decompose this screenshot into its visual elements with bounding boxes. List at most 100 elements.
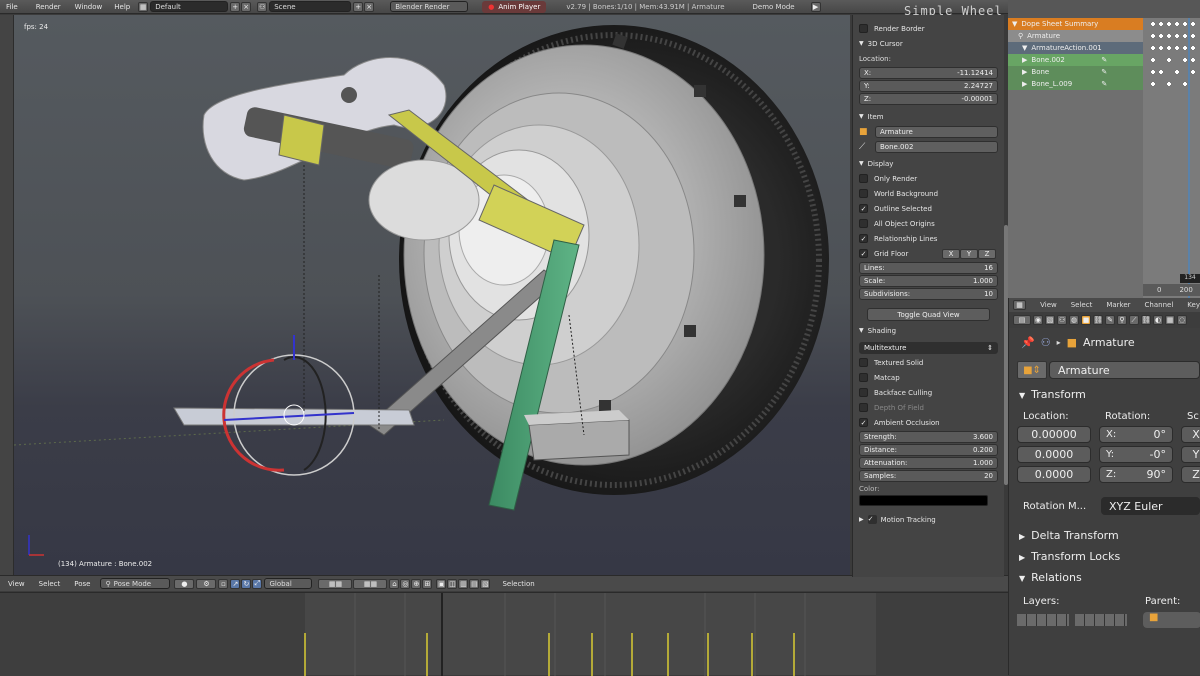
loc-z-field[interactable]: 0.0000 [1017, 466, 1091, 483]
timeline-area[interactable] [0, 592, 1008, 676]
distance-field[interactable]: Distance: 0.200 [859, 444, 998, 456]
dope-bone-row-0[interactable]: ▶ Bone.002 ✎ [1008, 54, 1143, 66]
object-name-field[interactable]: Armature [1049, 361, 1200, 379]
bone-tab-icon[interactable]: ⟋ [1129, 315, 1139, 325]
modifiers-tab-icon[interactable]: ✎ [1105, 315, 1115, 325]
pin-icon[interactable]: 📌 [1021, 336, 1035, 349]
play-icon[interactable]: ▶ [810, 1, 821, 12]
motion-tracking-checkbox[interactable]: ✓ [867, 515, 877, 524]
item-bone-field[interactable]: Bone.002 [875, 141, 998, 153]
pivot-icon[interactable]: ⚙ [196, 578, 217, 589]
backface-row[interactable]: Backface Culling [853, 385, 1004, 400]
grid-axis-z-button[interactable]: Z [978, 248, 996, 259]
parent-field[interactable]: ■ [1143, 612, 1200, 628]
layout-field[interactable]: Default [150, 1, 229, 12]
bone-constraint-tab-icon[interactable]: ⛓ [1141, 315, 1151, 325]
ambient-occlusion-checkbox[interactable]: ✓ [859, 418, 868, 427]
cursor-z-field[interactable]: Z: -0.00001 [859, 93, 998, 105]
grid-axis-y-button[interactable]: Y [960, 248, 978, 259]
orientation-select[interactable]: Global [264, 578, 313, 589]
menu-window[interactable]: Window [75, 3, 103, 11]
attenuation-field[interactable]: Attenuation: 1.000 [859, 457, 998, 469]
shading-mode-select[interactable]: Multitexture ⇕ [859, 342, 998, 354]
rot-z-field[interactable]: Z: 90° [1099, 466, 1173, 483]
strength-field[interactable]: Strength: 3.600 [859, 431, 998, 443]
snap-icon[interactable]: ⊕ [411, 578, 422, 589]
motion-tracking-header[interactable]: ▶ ✓ Motion Tracking [853, 512, 1004, 527]
loc-x-field[interactable]: 0.00000 [1017, 426, 1091, 443]
layers-grid-2-icon[interactable]: ▦▦ [353, 578, 388, 589]
relationship-lines-row[interactable]: ✓ Relationship Lines [853, 231, 1004, 246]
lock-icon[interactable]: ⌂ [389, 578, 400, 589]
relationship-lines-checkbox[interactable]: ✓ [859, 234, 868, 243]
relations-header[interactable]: ▼ Relations [1019, 571, 1200, 584]
physics-tab-icon[interactable]: ◌ [1177, 315, 1187, 325]
menu-view[interactable]: View [8, 580, 25, 588]
subdivisions-field[interactable]: Subdivisions: 10 [859, 288, 998, 300]
rotation-mode-select[interactable]: XYZ Euler [1101, 497, 1200, 515]
layers-grid-b[interactable] [1075, 614, 1127, 626]
transform-locks-header[interactable]: ▶ Transform Locks [1019, 550, 1200, 563]
keying-icon[interactable]: ▥ [458, 578, 469, 589]
viewport-shading-icon[interactable]: ● [174, 578, 195, 589]
toggle-quad-view-button[interactable]: Toggle Quad View [867, 308, 990, 321]
constraints-tab-icon[interactable]: ⛓ [1093, 315, 1103, 325]
dope-action-row[interactable]: ▼ ArmatureAction.001 [1008, 42, 1143, 54]
selection-label[interactable]: Selection [502, 580, 534, 588]
matcap-checkbox[interactable] [859, 373, 868, 382]
translate-icon[interactable]: ↗ [230, 578, 241, 589]
layers-grid-icon[interactable]: ▦▦ [318, 578, 353, 589]
snap-target-icon[interactable]: ⊞ [422, 578, 433, 589]
layers-grid-a[interactable] [1017, 614, 1069, 626]
rot-x-field[interactable]: X: 0° [1099, 426, 1173, 443]
menu-select[interactable]: Select [39, 580, 61, 588]
menu-channel-dope[interactable]: Channel [1145, 301, 1174, 309]
item-panel-header[interactable]: ▼ Item [853, 109, 1004, 124]
data-tab-icon[interactable]: ⚲ [1117, 315, 1127, 325]
demo-mode-label[interactable]: Demo Mode [753, 3, 795, 11]
ambient-occlusion-row[interactable]: ✓ Ambient Occlusion [853, 415, 1004, 430]
remove-layout-icon[interactable]: × [241, 1, 252, 12]
scene-icon[interactable]: ⚇ [257, 1, 268, 12]
editor-type-icon[interactable]: ▦ [1013, 300, 1027, 310]
item-object-field[interactable]: Armature [875, 126, 998, 138]
dope-summary-row[interactable]: ▼ Dope Sheet Summary [1008, 18, 1143, 30]
scale-x-field[interactable]: X [1181, 426, 1200, 443]
cursor-panel-header[interactable]: ▼ 3D Cursor [853, 36, 1004, 51]
anim-player-button[interactable]: ● Anim Player [482, 0, 547, 13]
grid-floor-row[interactable]: ✓ Grid Floor X Y Z [853, 246, 1004, 261]
render-border-checkbox[interactable] [859, 24, 868, 33]
scene-tab-icon[interactable]: ⚇ [1057, 315, 1067, 325]
menu-select-dope[interactable]: Select [1071, 301, 1093, 309]
world-background-checkbox[interactable] [859, 189, 868, 198]
cursor-y-field[interactable]: Y: 2.24727 [859, 80, 998, 92]
grid-axis-x-button[interactable]: X [942, 248, 960, 259]
shading-panel-header[interactable]: ▼ Shading [853, 323, 1004, 338]
menu-key-dope[interactable]: Key [1187, 301, 1200, 309]
loc-y-field[interactable]: 0.0000 [1017, 446, 1091, 463]
lines-field[interactable]: Lines: 16 [859, 262, 998, 274]
scale-z-field[interactable]: Z [1181, 466, 1200, 483]
scene-field[interactable]: Scene [269, 1, 352, 12]
ao-color-swatch[interactable] [859, 495, 988, 506]
scale-icon[interactable]: ⤢ [252, 578, 263, 589]
add-scene-icon[interactable]: + [353, 1, 364, 12]
3d-viewport[interactable]: fps: 24 (134) Armature : Bone.002 [14, 15, 850, 575]
world-tab-icon[interactable]: ◍ [1069, 315, 1079, 325]
render-border-row[interactable]: Render Border [853, 21, 1004, 36]
mode-select[interactable]: ⚲ Pose Mode [100, 578, 171, 589]
add-layout-icon[interactable]: + [230, 1, 241, 12]
transform-header[interactable]: ▼ Transform [1019, 388, 1200, 401]
render-preview-icon[interactable]: ◫ [447, 578, 458, 589]
object-tab-icon[interactable]: ■ [1081, 315, 1091, 325]
only-render-checkbox[interactable] [859, 174, 868, 183]
copy-pose-icon[interactable]: ▤ [469, 578, 480, 589]
scale-field[interactable]: Scale: 1.000 [859, 275, 998, 287]
textured-solid-row[interactable]: Textured Solid [853, 355, 1004, 370]
render-engine-select[interactable]: Blender Render [390, 1, 469, 12]
only-render-row[interactable]: Only Render [853, 171, 1004, 186]
camera-icon[interactable]: ▣ [436, 578, 447, 589]
editor-type-props-icon[interactable]: ▤ [1013, 315, 1031, 325]
dope-bone-row-2[interactable]: ▶ Bone_L.009 ✎ [1008, 78, 1143, 90]
remove-scene-icon[interactable]: × [364, 1, 375, 12]
